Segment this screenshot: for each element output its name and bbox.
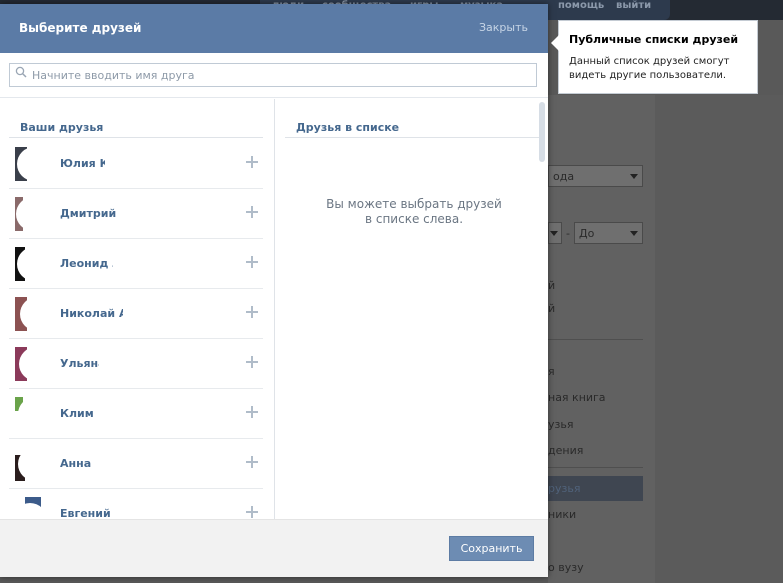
your-friends-column: Ваши друзья Юлия К Дмитрий С Леонид Л Ни… <box>0 99 274 519</box>
friends-in-list-header: Друзья в списке <box>296 121 400 134</box>
friend-name: Евгений <box>60 507 111 519</box>
save-button[interactable]: Сохранить <box>449 536 534 561</box>
section-divider <box>285 137 539 138</box>
add-friend-icon[interactable] <box>246 206 258 218</box>
empty-list-message: Вы можете выбрать друзей в списке слева. <box>326 197 502 226</box>
friend-row[interactable]: Дмитрий С <box>9 189 263 239</box>
redaction-mask <box>119 195 199 235</box>
background-divider <box>548 339 643 340</box>
tooltip-title: Публичные списки друзей <box>569 33 739 46</box>
friend-row[interactable]: Юлия К <box>9 139 263 189</box>
friend-name: Клим <box>60 407 94 420</box>
friend-name: Юлия К <box>60 157 109 170</box>
section-divider <box>9 137 263 138</box>
background-selected-item[interactable]: рузья <box>548 476 643 501</box>
add-friend-icon[interactable] <box>246 306 258 318</box>
background-link-fragment[interactable]: узья <box>548 418 573 431</box>
nav-item-logout[interactable]: выйти <box>616 0 651 11</box>
redaction-mask <box>123 295 183 335</box>
add-friend-icon[interactable] <box>246 406 258 418</box>
redaction-mask <box>119 495 169 519</box>
background-select-year[interactable]: ода <box>548 165 643 187</box>
friend-search-input[interactable] <box>9 63 537 87</box>
your-friends-header: Ваши друзья <box>20 121 104 134</box>
dialog-title: Выберите друзей <box>19 21 142 35</box>
avatar <box>13 497 49 519</box>
chevron-down-icon <box>630 174 638 179</box>
chevron-down-icon <box>550 231 558 236</box>
search-bar <box>0 53 548 98</box>
avatar <box>15 347 53 381</box>
background-range-dash: - <box>566 227 570 240</box>
scrollbar-thumb[interactable] <box>539 102 545 162</box>
public-lists-tooltip: Публичные списки друзей Данный список др… <box>551 20 758 94</box>
add-friend-icon[interactable] <box>246 506 258 518</box>
background-select-to-value: До <box>579 227 595 240</box>
redaction-mask <box>105 145 195 185</box>
background-link-fragment[interactable]: дения <box>548 444 583 457</box>
add-friend-icon[interactable] <box>246 156 258 168</box>
background-select-year-value: ода <box>553 170 575 183</box>
background-text-fragment: й <box>548 279 556 292</box>
background-link-fragment[interactable]: о вузу <box>548 561 584 574</box>
dialog-footer: Сохранить <box>0 519 548 577</box>
dialog-header: Выберите друзей Закрыть <box>0 4 548 53</box>
background-link-fragment[interactable]: я <box>548 365 555 378</box>
background-divider <box>548 467 643 468</box>
avatar <box>15 197 50 231</box>
add-friend-icon[interactable] <box>246 356 258 368</box>
chevron-down-icon <box>630 231 638 236</box>
friend-row[interactable]: Анна <box>9 439 263 489</box>
redaction-mask <box>99 345 159 385</box>
friend-row[interactable]: Леонид Л <box>9 239 263 289</box>
nav-item-help[interactable]: помощь <box>558 0 604 11</box>
select-friends-dialog: Выберите друзей Закрыть Ваши друзья Юлия… <box>0 4 548 577</box>
background-select-from[interactable] <box>548 222 562 244</box>
background-right-column <box>655 95 783 583</box>
friend-name: Дмитрий С <box>60 207 129 220</box>
add-friend-icon[interactable] <box>246 456 258 468</box>
background-selected-item-label: рузья <box>548 482 581 495</box>
background-text-fragment: й <box>548 302 556 315</box>
redaction-mask <box>93 445 173 485</box>
redaction-mask <box>93 395 173 435</box>
avatar <box>15 297 54 331</box>
search-icon <box>15 66 27 78</box>
friends-in-list-column: Друзья в списке <box>275 99 548 519</box>
avatar <box>15 397 52 431</box>
friend-row[interactable]: Николай А <box>9 289 263 339</box>
friend-name: Николай А <box>60 307 128 320</box>
tooltip-text: Данный список друзей смогут видеть други… <box>569 56 730 81</box>
background-link-fragment[interactable]: ная книга <box>548 391 606 404</box>
close-button[interactable]: Закрыть <box>479 21 528 34</box>
avatar <box>15 447 52 481</box>
redaction-mask <box>113 245 129 285</box>
background-select-to[interactable]: До <box>574 222 643 244</box>
friend-name: Анна <box>60 457 92 470</box>
friend-row[interactable]: Евгений <box>9 489 263 519</box>
add-friend-icon[interactable] <box>246 256 258 268</box>
background-link-fragment[interactable]: ники <box>548 508 576 521</box>
avatar <box>15 247 51 281</box>
tooltip-pointer <box>551 35 559 51</box>
avatar <box>15 147 51 181</box>
friend-row[interactable]: Клим <box>9 389 263 439</box>
friend-row[interactable]: Ульяна <box>9 339 263 389</box>
